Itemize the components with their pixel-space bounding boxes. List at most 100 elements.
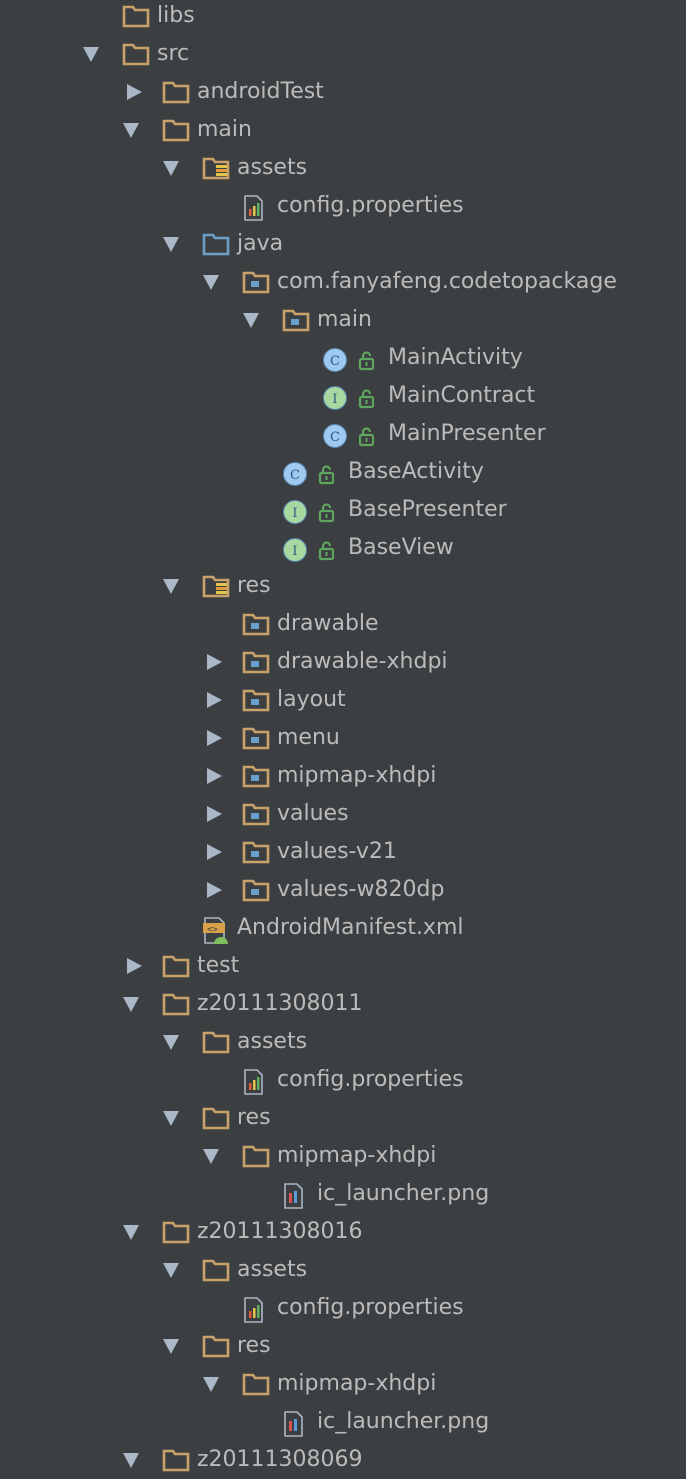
- tree-item-label: com.fanyafeng.codetopackage: [277, 269, 617, 294]
- folder-icon: [162, 80, 190, 104]
- folder-icon: [162, 992, 190, 1016]
- tree-item[interactable]: src: [0, 35, 686, 73]
- tree-item-label: res: [237, 573, 271, 598]
- expand-down-arrow-icon[interactable]: [123, 1453, 139, 1468]
- tree-item[interactable]: res: [0, 567, 686, 605]
- package-icon: [242, 270, 270, 294]
- class-icon: C: [322, 423, 378, 449]
- collapse-right-arrow-icon[interactable]: [207, 768, 222, 784]
- project-tree: libs src androidTest main assets config.…: [0, 0, 686, 1472]
- tree-item-label: values-w820dp: [277, 877, 445, 902]
- tree-item-label: config.properties: [277, 1067, 464, 1092]
- tree-item[interactable]: C BaseActivity: [0, 453, 686, 491]
- tree-item[interactable]: drawable-xhdpi: [0, 643, 686, 681]
- folder-icon: [202, 1106, 230, 1130]
- expand-down-arrow-icon[interactable]: [123, 123, 139, 138]
- collapse-right-arrow-icon[interactable]: [207, 844, 222, 860]
- tree-item[interactable]: mipmap-xhdpi: [0, 1365, 686, 1403]
- tree-item-label: ic_launcher.png: [317, 1181, 490, 1206]
- tree-item[interactable]: config.properties: [0, 1061, 686, 1099]
- expand-down-arrow-icon[interactable]: [163, 1263, 179, 1278]
- expand-down-arrow-icon[interactable]: [163, 1339, 179, 1354]
- tree-item[interactable]: values-v21: [0, 833, 686, 871]
- tree-item[interactable]: assets: [0, 149, 686, 187]
- tree-item[interactable]: java: [0, 225, 686, 263]
- collapse-right-arrow-icon[interactable]: [127, 958, 142, 974]
- expand-down-arrow-icon[interactable]: [243, 313, 259, 328]
- tree-item[interactable]: layout: [0, 681, 686, 719]
- tree-item[interactable]: ic_launcher.png: [0, 1175, 686, 1213]
- tree-item[interactable]: main: [0, 301, 686, 339]
- tree-item[interactable]: androidTest: [0, 73, 686, 111]
- expand-down-arrow-icon[interactable]: [203, 275, 219, 290]
- tree-item[interactable]: ic_launcher.png: [0, 1403, 686, 1441]
- tree-item[interactable]: z20111308011: [0, 985, 686, 1023]
- tree-item[interactable]: assets: [0, 1023, 686, 1061]
- tree-item-label: assets: [237, 1257, 308, 1282]
- tree-item[interactable]: res: [0, 1099, 686, 1137]
- tree-item-label: test: [197, 953, 240, 978]
- tree-item[interactable]: config.properties: [0, 187, 686, 225]
- package-icon: [242, 650, 270, 674]
- tree-item[interactable]: res: [0, 1327, 686, 1365]
- collapse-right-arrow-icon[interactable]: [207, 882, 222, 898]
- tree-item-label: mipmap-xhdpi: [277, 1371, 437, 1396]
- tree-item[interactable]: libs: [0, 0, 686, 35]
- package-icon: [242, 764, 270, 788]
- tree-item-label: res: [237, 1333, 271, 1358]
- tree-item[interactable]: <> AndroidManifest.xml: [0, 909, 686, 947]
- tree-item-label: z20111308069: [197, 1447, 363, 1472]
- tree-item[interactable]: mipmap-xhdpi: [0, 1137, 686, 1175]
- resource-folder-icon: [202, 156, 230, 180]
- tree-item[interactable]: com.fanyafeng.codetopackage: [0, 263, 686, 301]
- tree-item[interactable]: values-w820dp: [0, 871, 686, 909]
- expand-down-arrow-icon[interactable]: [83, 47, 99, 62]
- manifest-file-icon: <>: [202, 917, 232, 945]
- collapse-right-arrow-icon[interactable]: [207, 692, 222, 708]
- expand-down-arrow-icon[interactable]: [123, 997, 139, 1012]
- tree-item[interactable]: z20111308069: [0, 1441, 686, 1479]
- expand-down-arrow-icon[interactable]: [163, 161, 179, 176]
- tree-item[interactable]: I BasePresenter: [0, 491, 686, 529]
- properties-file-icon: [242, 195, 266, 221]
- svg-text:<>: <>: [207, 925, 218, 935]
- tree-item-label: BaseActivity: [348, 459, 484, 484]
- tree-item-label: config.properties: [277, 193, 464, 218]
- collapse-right-arrow-icon[interactable]: [207, 806, 222, 822]
- tree-item-label: androidTest: [197, 79, 324, 104]
- tree-item[interactable]: menu: [0, 719, 686, 757]
- tree-item[interactable]: I BaseView: [0, 529, 686, 567]
- tree-item-label: MainContract: [388, 383, 536, 408]
- image-file-icon: [282, 1183, 306, 1209]
- tree-item[interactable]: config.properties: [0, 1289, 686, 1327]
- resource-folder-icon: [202, 574, 230, 598]
- tree-item[interactable]: test: [0, 947, 686, 985]
- tree-item[interactable]: main: [0, 111, 686, 149]
- tree-item[interactable]: mipmap-xhdpi: [0, 757, 686, 795]
- tree-item-label: z20111308016: [197, 1219, 363, 1244]
- svg-text:I: I: [292, 506, 297, 521]
- collapse-right-arrow-icon[interactable]: [207, 730, 222, 746]
- tree-item-label: layout: [277, 687, 346, 712]
- expand-down-arrow-icon[interactable]: [163, 1111, 179, 1126]
- tree-item-label: values-v21: [277, 839, 397, 864]
- tree-item[interactable]: I MainContract: [0, 377, 686, 415]
- collapse-right-arrow-icon[interactable]: [207, 654, 222, 670]
- tree-item[interactable]: assets: [0, 1251, 686, 1289]
- tree-item-label: assets: [237, 155, 308, 180]
- expand-down-arrow-icon[interactable]: [203, 1377, 219, 1392]
- svg-text:C: C: [290, 468, 300, 483]
- tree-item-label: menu: [277, 725, 340, 750]
- collapse-right-arrow-icon[interactable]: [127, 84, 142, 100]
- expand-down-arrow-icon[interactable]: [163, 1035, 179, 1050]
- tree-item[interactable]: drawable: [0, 605, 686, 643]
- tree-item[interactable]: values: [0, 795, 686, 833]
- tree-item[interactable]: z20111308016: [0, 1213, 686, 1251]
- expand-down-arrow-icon[interactable]: [123, 1225, 139, 1240]
- expand-down-arrow-icon[interactable]: [203, 1149, 219, 1164]
- folder-icon: [162, 1448, 190, 1472]
- tree-item[interactable]: C MainActivity: [0, 339, 686, 377]
- tree-item[interactable]: C MainPresenter: [0, 415, 686, 453]
- expand-down-arrow-icon[interactable]: [163, 579, 179, 594]
- expand-down-arrow-icon[interactable]: [163, 237, 179, 252]
